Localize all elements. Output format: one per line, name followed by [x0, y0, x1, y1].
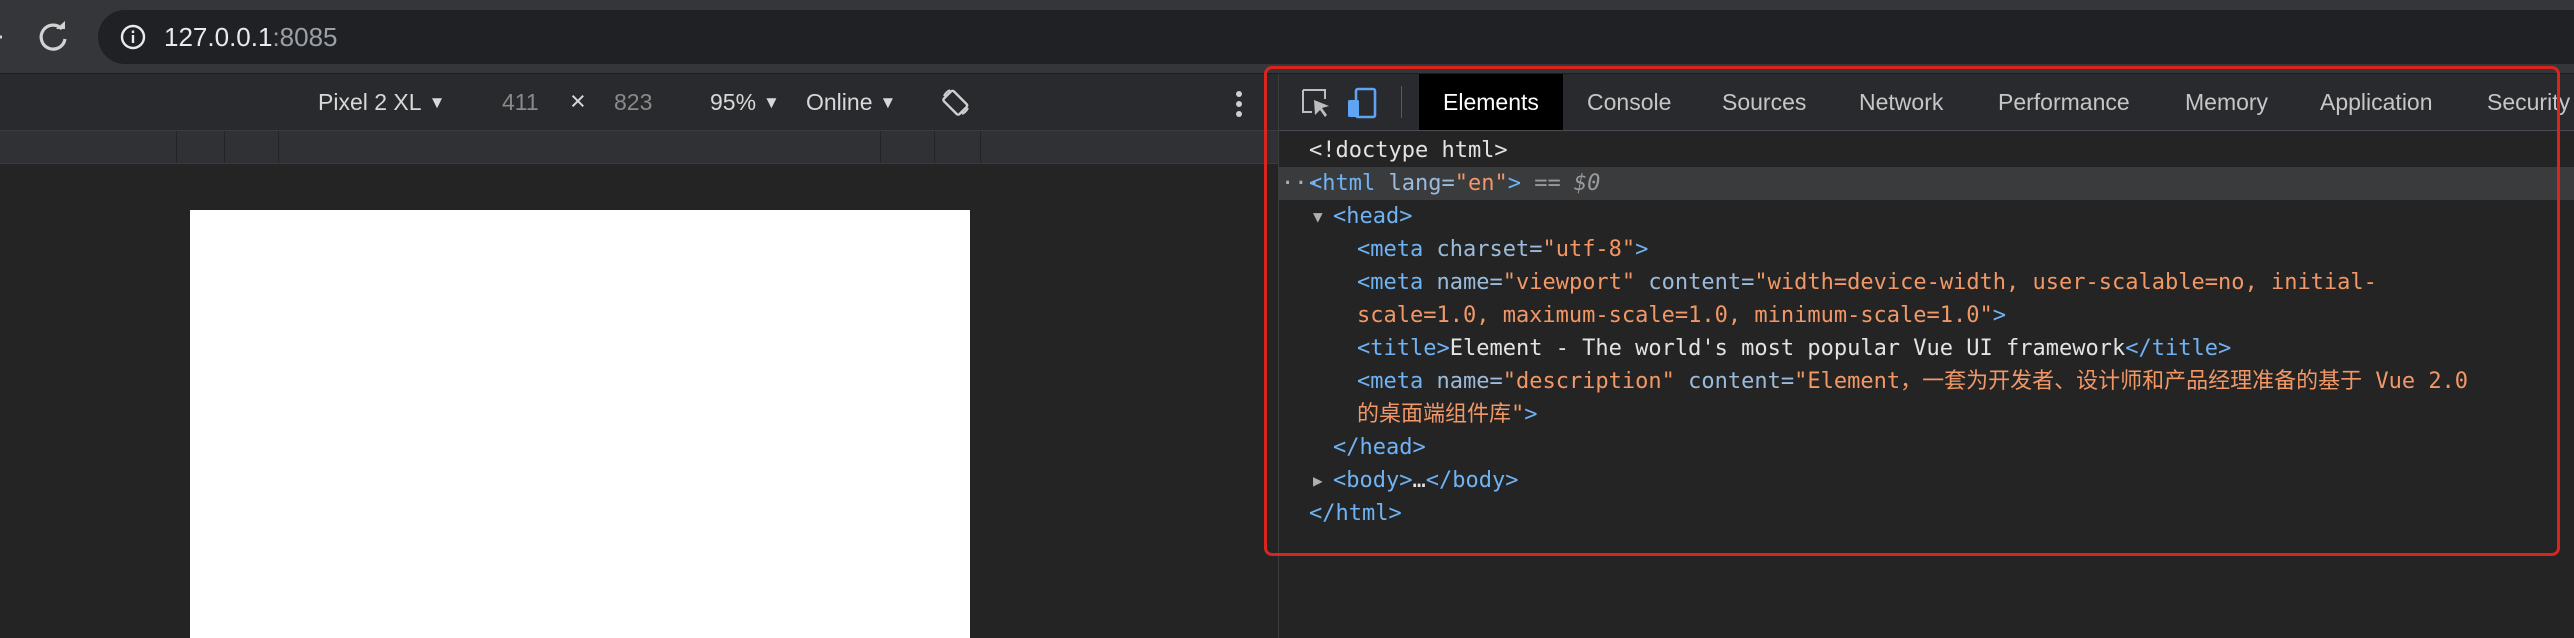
dom-node-doctype[interactable]: <!doctype html>	[1279, 134, 2574, 167]
tab-elements[interactable]: Elements	[1419, 74, 1563, 130]
meta-tag: <meta	[1357, 369, 1424, 394]
network-throttle-select[interactable]: Online ▼	[806, 89, 896, 118]
dimension-separator: ×	[570, 86, 586, 116]
height-input[interactable]: 823	[614, 89, 652, 115]
tab-security[interactable]: Security	[2487, 74, 2570, 130]
body-open-tag: <body>	[1333, 468, 1413, 493]
meta-content-value-line2: 的桌面端组件库"	[1357, 402, 1525, 427]
selected-node-marker: == $0	[1520, 171, 1601, 196]
devtools-tabbar: Elements Console Sources Network Perform…	[1279, 74, 2574, 131]
meta-tag: <meta	[1357, 270, 1424, 295]
meta-name-value: "description"	[1502, 369, 1675, 394]
dom-node-html-close[interactable]: </html>	[1279, 497, 2574, 530]
html-tag-close-bracket: >	[1507, 171, 1521, 196]
body-close-tag: </body>	[1425, 468, 1519, 493]
ruler-divider	[880, 131, 881, 163]
tab-memory[interactable]: Memory	[2185, 74, 2268, 130]
html-lang-value: "en"	[1454, 171, 1508, 196]
tag-bracket: >	[1524, 402, 1538, 427]
html-lang-attr: lang=	[1375, 171, 1455, 196]
meta-content-attr: content=	[1674, 369, 1795, 394]
dom-node-head[interactable]: ▼ <head>	[1279, 200, 2574, 233]
device-toggle-icon[interactable]	[1345, 86, 1379, 120]
dom-node-title[interactable]: <title>Element - The world's most popula…	[1279, 332, 2574, 365]
meta-tag: <meta	[1357, 237, 1424, 262]
meta-content-attr: content=	[1635, 270, 1755, 295]
tab-performance[interactable]: Performance	[1998, 74, 2130, 130]
width-input[interactable]: 411	[502, 89, 539, 115]
title-close-tag: </title>	[2125, 336, 2232, 361]
dom-node-body[interactable]: ▶ <body>…</body>	[1279, 464, 2574, 497]
meta-content-value-line1: "width=device-width, user-scalable=no, i…	[1754, 270, 2377, 295]
html-close-tag: </html>	[1309, 501, 1402, 526]
back-icon[interactable]	[0, 18, 8, 56]
ruler-divider	[278, 131, 279, 163]
meta-name-attr: name=	[1423, 369, 1503, 394]
tag-bracket: >	[1992, 303, 2007, 328]
dom-node-meta-viewport-cont[interactable]: scale=1.0, maximum-scale=1.0, minimum-sc…	[1279, 299, 2574, 332]
caret-down-icon: ▼	[879, 93, 897, 112]
devtools-panel: Elements Console Sources Network Perform…	[1278, 74, 2574, 638]
head-close-tag: </head>	[1333, 435, 1426, 460]
tab-network[interactable]: Network	[1859, 74, 1943, 130]
tab-sources[interactable]: Sources	[1722, 74, 1806, 130]
expand-triangle-icon[interactable]: ▼	[1313, 200, 1323, 233]
device-toolbar: Pixel 2 XL ▼ 411 × 823 95% ▼ Online ▼	[0, 74, 1278, 131]
collapse-triangle-icon[interactable]: ▶	[1313, 464, 1323, 497]
caret-down-icon: ▼	[763, 93, 780, 112]
ruler-divider	[224, 131, 225, 163]
tag-bracket: >	[1635, 237, 1649, 262]
html-tag: <html	[1309, 171, 1376, 196]
inspect-element-icon[interactable]	[1299, 86, 1333, 120]
device-name: Pixel 2 XL	[318, 89, 422, 115]
dom-node-html[interactable]: ··· <html lang="en"> == $0	[1279, 167, 2574, 200]
title-open-tag: <title>	[1357, 336, 1450, 361]
more-vert-icon[interactable]	[1232, 88, 1246, 120]
media-query-ruler[interactable]	[0, 131, 1278, 164]
meta-charset-value: "utf-8"	[1542, 237, 1636, 262]
title-text: Element - The world's most popular Vue U…	[1449, 336, 2126, 361]
meta-name-attr: name=	[1423, 270, 1503, 295]
doctype-text: <!doctype html>	[1309, 138, 1508, 163]
dom-node-meta-description-cont[interactable]: 的桌面端组件库">	[1279, 398, 2574, 431]
meta-content-value-line1: "Element，一套为开发者、设计师和产品经理准备的基于 Vue 2.0	[1794, 369, 2469, 394]
url-port: :8085	[272, 22, 338, 52]
info-icon[interactable]	[120, 24, 146, 50]
dom-node-meta-viewport[interactable]: <meta name="viewport" content="width=dev…	[1279, 266, 2574, 299]
zoom-select[interactable]: 95% ▼	[710, 89, 780, 118]
url-host: 127.0.0.1	[164, 22, 273, 52]
caret-down-icon: ▼	[428, 93, 446, 112]
rotate-icon[interactable]	[940, 86, 972, 118]
emulated-viewport-area	[0, 164, 1278, 638]
ruler-divider	[934, 131, 935, 163]
browser-toolbar: 127.0.0.1:8085	[0, 0, 2574, 74]
url-text[interactable]: 127.0.0.1:8085	[164, 22, 338, 52]
meta-content-value-line2: scale=1.0, maximum-scale=1.0, minimum-sc…	[1357, 303, 1993, 328]
tab-application[interactable]: Application	[2320, 74, 2433, 130]
device-screen[interactable]	[190, 210, 970, 638]
dom-node-head-close[interactable]: </head>	[1279, 431, 2574, 464]
body-collapsed-ellipsis[interactable]: …	[1412, 468, 1425, 493]
zoom-value: 95%	[710, 89, 757, 115]
network-value: Online	[806, 89, 873, 115]
meta-charset-attr: charset=	[1423, 237, 1543, 262]
head-open-tag: <head>	[1333, 204, 1413, 229]
meta-name-value: "viewport"	[1502, 270, 1636, 295]
reload-icon[interactable]	[34, 18, 72, 56]
device-select[interactable]: Pixel 2 XL ▼	[318, 89, 445, 118]
ruler-divider	[176, 131, 177, 163]
elements-dom-tree: <!doctype html> ··· <html lang="en"> == …	[1279, 134, 2574, 604]
ruler-divider	[980, 131, 981, 163]
dom-node-meta-charset[interactable]: <meta charset="utf-8">	[1279, 233, 2574, 266]
address-bar[interactable]: 127.0.0.1:8085	[98, 10, 2574, 64]
toolbar-separator	[1401, 86, 1402, 118]
dom-node-meta-description[interactable]: <meta name="description" content="Elemen…	[1279, 365, 2574, 398]
tab-console[interactable]: Console	[1587, 74, 1671, 130]
